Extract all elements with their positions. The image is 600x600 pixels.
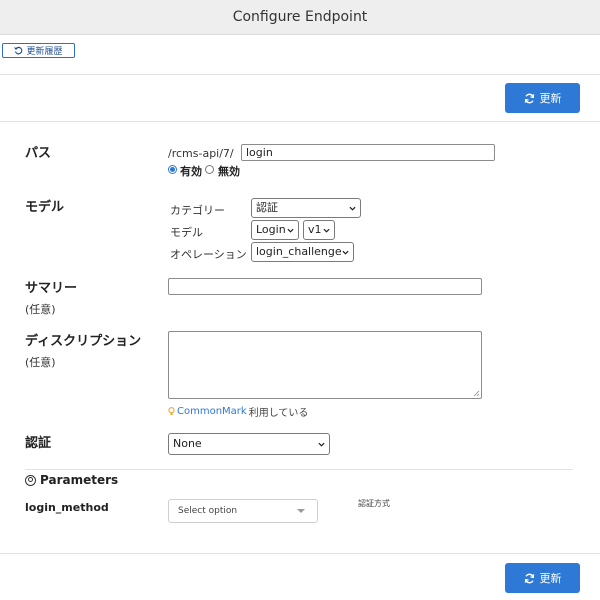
- update-button-label: 更新: [539, 92, 562, 105]
- path-prefix: /rcms-api/7/: [168, 147, 234, 160]
- description-label: ディスクリプション: [25, 334, 142, 349]
- circle-icon: [25, 474, 36, 486]
- param-login-method-name: login_method: [25, 501, 109, 514]
- update-button-label: 更新: [539, 572, 562, 585]
- auth-select-value: None: [173, 437, 202, 450]
- version-select-value: v1: [308, 223, 322, 236]
- param-login-method-placeholder: Select option: [178, 506, 238, 516]
- operation-select[interactable]: login_challenge: [251, 242, 354, 262]
- auth-label: 認証: [25, 436, 52, 451]
- path-disabled-label: 無効: [218, 165, 240, 178]
- commonmark-link[interactable]: CommonMark: [177, 406, 247, 417]
- path-enabled-label: 有効: [180, 165, 202, 178]
- summary-label: サマリー: [25, 281, 78, 296]
- summary-optional-label: (任意): [25, 303, 56, 316]
- category-select-value: 認証: [256, 201, 278, 214]
- update-button-top[interactable]: 更新: [505, 83, 580, 113]
- update-button-bottom[interactable]: 更新: [505, 563, 580, 593]
- bottom-action-bar: 更新: [0, 553, 600, 600]
- history-icon: [14, 46, 23, 55]
- param-login-method-description: 認証方式: [358, 499, 390, 508]
- category-label: カテゴリー: [170, 204, 225, 217]
- description-optional-label: (任意): [25, 356, 56, 369]
- parameters-title: Parameters: [40, 473, 119, 487]
- lightbulb-icon: [168, 407, 175, 415]
- summary-input[interactable]: [168, 278, 482, 295]
- path-enabled-radio[interactable]: [168, 165, 177, 174]
- description-textarea[interactable]: [168, 331, 482, 399]
- model-select-value: Login: [256, 223, 286, 236]
- chevron-down-icon: [323, 228, 330, 233]
- update-history-label: 更新履歴: [26, 47, 63, 57]
- top-action-bar: 更新: [0, 74, 600, 122]
- chevron-down-icon: [287, 228, 294, 233]
- chevron-down-icon: [342, 250, 349, 255]
- version-select[interactable]: v1: [303, 220, 335, 240]
- chevron-down-icon: [349, 206, 356, 211]
- operation-label: オペレーション: [170, 248, 247, 261]
- model-section-label: モデル: [25, 200, 65, 215]
- path-input[interactable]: login: [241, 144, 495, 161]
- markdown-hint-text: 利用している: [248, 408, 309, 419]
- model-select[interactable]: Login: [251, 220, 299, 240]
- window-title: Configure Endpoint: [0, 0, 600, 35]
- chevron-down-icon: [318, 442, 325, 447]
- update-history-button[interactable]: 更新履歴: [2, 43, 75, 58]
- markdown-hint: CommonMark 利用している: [168, 404, 308, 419]
- refresh-icon: [524, 573, 534, 583]
- resize-handle-icon[interactable]: [473, 390, 480, 397]
- caret-down-icon: [297, 509, 305, 513]
- path-disabled-radio[interactable]: [205, 165, 214, 174]
- parameters-heading: Parameters: [25, 473, 118, 487]
- parameters-divider: [25, 469, 573, 470]
- operation-select-value: login_challenge: [256, 245, 342, 258]
- path-label: パス: [25, 146, 52, 161]
- model-label: モデル: [170, 226, 203, 239]
- param-login-method-select[interactable]: Select option: [168, 499, 318, 523]
- auth-select[interactable]: None: [168, 433, 330, 455]
- category-select[interactable]: 認証: [251, 198, 361, 218]
- refresh-icon: [524, 93, 534, 103]
